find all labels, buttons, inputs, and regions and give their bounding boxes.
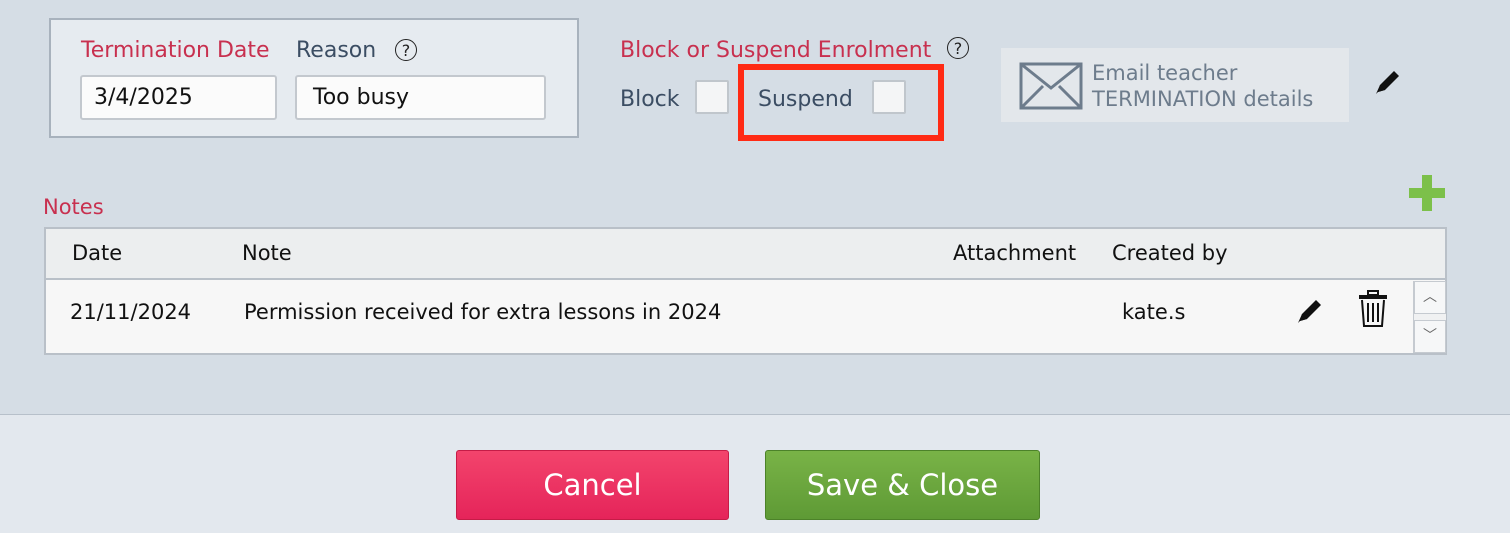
- email-line-2: TERMINATION details: [1092, 87, 1314, 111]
- email-teacher-button[interactable]: Email teacher TERMINATION details: [1001, 48, 1349, 122]
- enrolment-help-icon[interactable]: ?: [947, 37, 969, 59]
- column-header-created-by[interactable]: Created by: [1112, 241, 1228, 265]
- scroll-down-icon[interactable]: ﹀: [1414, 320, 1446, 353]
- edit-note-icon[interactable]: [1294, 295, 1326, 327]
- suspend-highlight-box: [738, 64, 944, 141]
- delete-note-icon[interactable]: [1358, 290, 1388, 328]
- reason-help-icon[interactable]: ?: [395, 39, 417, 61]
- notes-title: Notes: [43, 195, 104, 219]
- add-note-icon[interactable]: [1409, 175, 1445, 211]
- email-line-1: Email teacher: [1092, 61, 1238, 85]
- edit-email-icon[interactable]: [1372, 66, 1404, 98]
- block-checkbox[interactable]: [695, 80, 729, 114]
- row-note: Permission received for extra lessons in…: [244, 300, 722, 324]
- notes-scrollbar[interactable]: ︿ ﹀: [1413, 281, 1446, 353]
- row-created-by: kate.s: [1122, 300, 1186, 324]
- block-label: Block: [620, 87, 680, 112]
- enrolment-title: Block or Suspend Enrolment: [620, 38, 932, 63]
- notes-table-header: Date Note Attachment Created by: [46, 229, 1445, 280]
- cancel-button[interactable]: Cancel: [456, 450, 729, 520]
- termination-date-field[interactable]: 3/4/2025: [80, 75, 277, 120]
- column-header-note[interactable]: Note: [242, 241, 292, 265]
- save-close-button[interactable]: Save & Close: [765, 450, 1040, 520]
- termination-date-label: Termination Date: [81, 38, 270, 63]
- reason-label: Reason: [296, 38, 377, 63]
- reason-field[interactable]: Too busy: [295, 75, 546, 120]
- envelope-icon: [1019, 62, 1083, 110]
- scroll-up-icon[interactable]: ︿: [1414, 281, 1446, 314]
- column-header-date[interactable]: Date: [72, 241, 122, 265]
- notes-table: Date Note Attachment Created by 21/11/20…: [44, 227, 1447, 355]
- column-header-attachment[interactable]: Attachment: [953, 241, 1076, 265]
- row-date: 21/11/2024: [70, 300, 192, 324]
- footer-bar: [0, 414, 1510, 533]
- email-teacher-text: Email teacher TERMINATION details: [1092, 60, 1313, 112]
